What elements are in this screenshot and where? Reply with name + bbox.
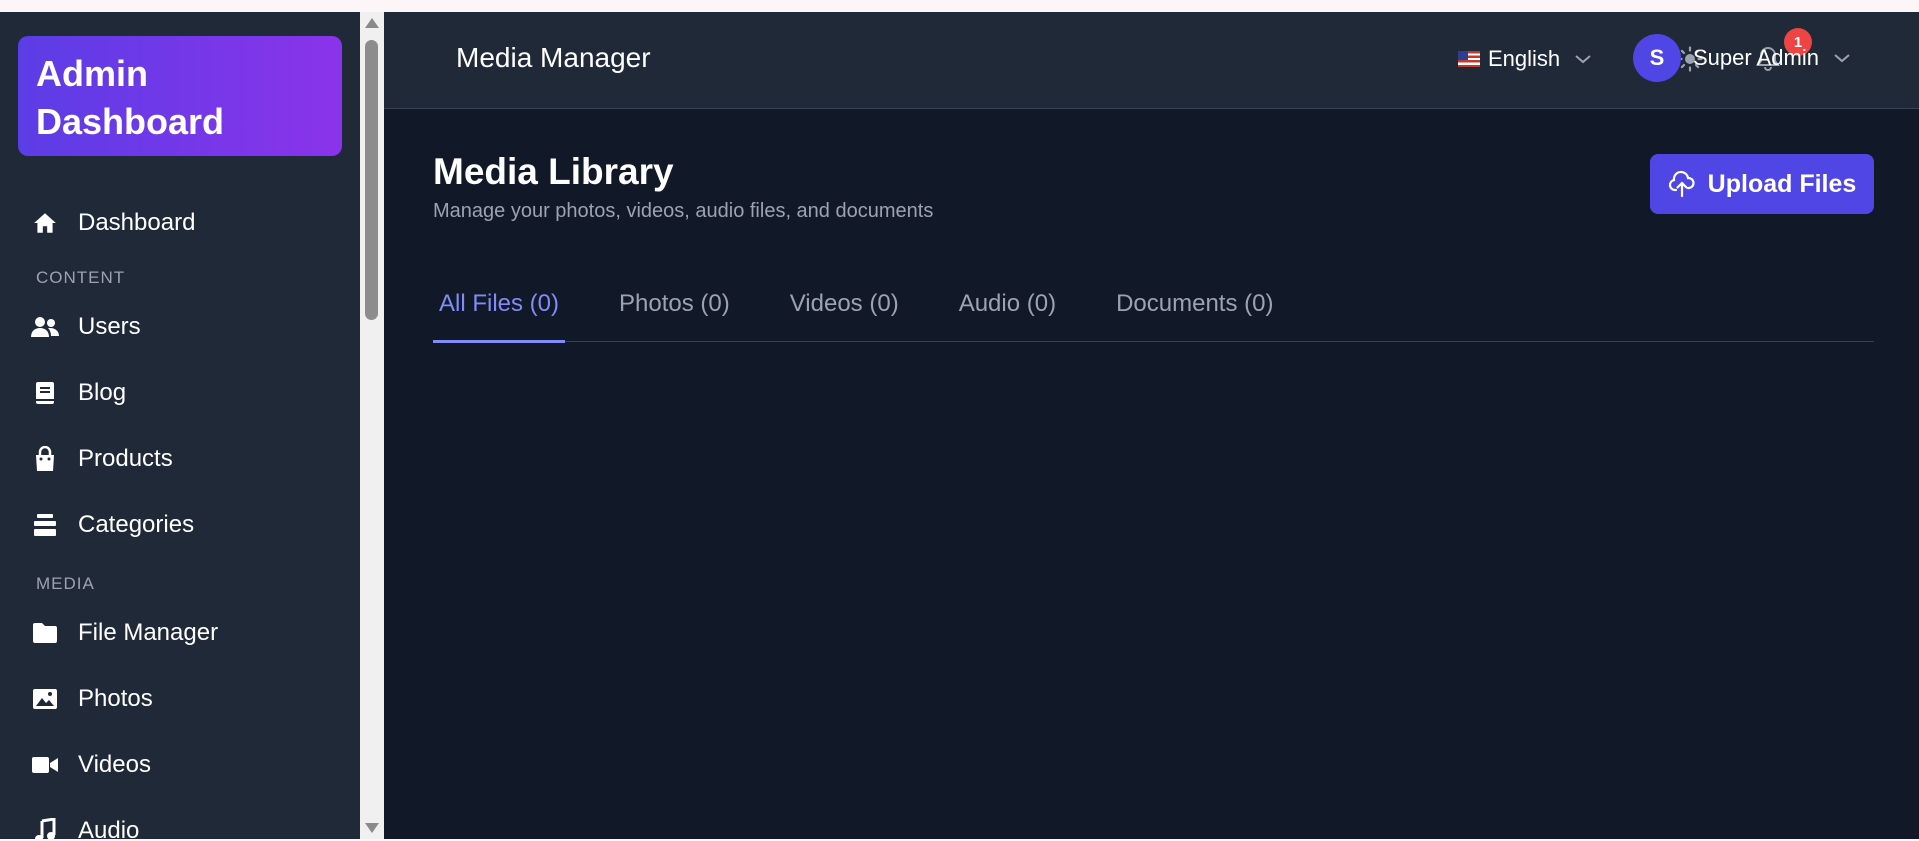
sidebar-item-label: Categories [78,511,195,538]
sidebar-item-file-manager[interactable]: File Manager [0,600,360,666]
scrollbar-thumb[interactable] [365,40,378,320]
sidebar-item-dashboard[interactable]: Dashboard [0,194,360,252]
users-icon [30,312,60,342]
upload-files-button[interactable]: Upload Files [1650,154,1874,214]
app-title: Media Manager [456,42,651,73]
shopping-bag-icon [30,444,60,474]
image-icon [30,684,60,714]
tab-documents[interactable]: Documents (0) [1110,274,1279,342]
chevron-down-icon [1574,49,1592,70]
sidebar-item-label: Videos [78,751,151,778]
sidebar-item-photos[interactable]: Photos [0,666,360,732]
brand-line-1: Admin [36,53,148,94]
tab-photos[interactable]: Photos (0) [613,274,736,342]
sidebar-item-categories[interactable]: Categories [0,492,360,558]
sidebar-item-label: Audio [78,817,140,839]
media-tabs: All Files (0) Photos (0) Videos (0) Audi… [433,274,1874,343]
user-menu[interactable]: S Super Admin [1633,34,1851,82]
scroll-up-arrow-icon[interactable] [365,18,379,28]
brand-logo[interactable]: Admin Dashboard [18,36,342,156]
page-subtitle: Manage your photos, videos, audio files,… [433,200,934,222]
sidebar-item-users[interactable]: Users [0,294,360,360]
user-name: Super Admin [1693,45,1819,70]
music-icon [30,816,60,839]
sidebar-item-label: Photos [78,685,153,712]
language-label: English [1488,46,1561,71]
main-content: Media Manager 1 English S Super Admin Me… [384,12,1919,839]
page-title: Media Library [433,151,674,192]
tab-all-files[interactable]: All Files (0) [433,274,566,343]
sidebar-nav: Dashboard CONTENT Users Blog Products Ca… [0,194,360,839]
language-selector[interactable]: English [1458,46,1592,72]
scroll-down-arrow-icon[interactable] [365,823,379,833]
us-flag-icon [1458,51,1480,67]
sidebar-item-label: Dashboard [78,209,196,236]
home-icon [30,208,60,238]
folder-icon [30,618,60,648]
sidebar-item-label: Blog [78,379,127,406]
section-heading-media: MEDIA [36,574,95,593]
sidebar-item-products[interactable]: Products [0,426,360,492]
section-heading-content: CONTENT [36,268,126,287]
sidebar-scrollbar[interactable] [360,12,384,839]
top-bar: Media Manager 1 English S Super Admin [384,12,1919,109]
sidebar-item-label: Users [78,313,141,340]
cloud-upload-icon [1668,170,1696,198]
video-icon [30,750,60,780]
app-window: Admin Dashboard Dashboard CONTENT Users [0,12,1919,839]
tab-audio[interactable]: Audio (0) [953,274,1062,342]
tab-videos[interactable]: Videos (0) [784,274,905,342]
sidebar-item-label: File Manager [78,619,219,646]
brand-line-2: Dashboard [36,101,225,142]
sidebar: Admin Dashboard Dashboard CONTENT Users [0,12,360,839]
sidebar-item-videos[interactable]: Videos [0,732,360,798]
sidebar-item-audio[interactable]: Audio [0,798,360,839]
avatar: S [1633,34,1681,82]
book-icon [30,378,60,408]
sidebar-item-blog[interactable]: Blog [0,360,360,426]
upload-files-label: Upload Files [1707,169,1857,198]
chevron-down-icon [1833,48,1851,69]
sidebar-item-label: Products [78,445,173,472]
layers-icon [30,510,60,540]
